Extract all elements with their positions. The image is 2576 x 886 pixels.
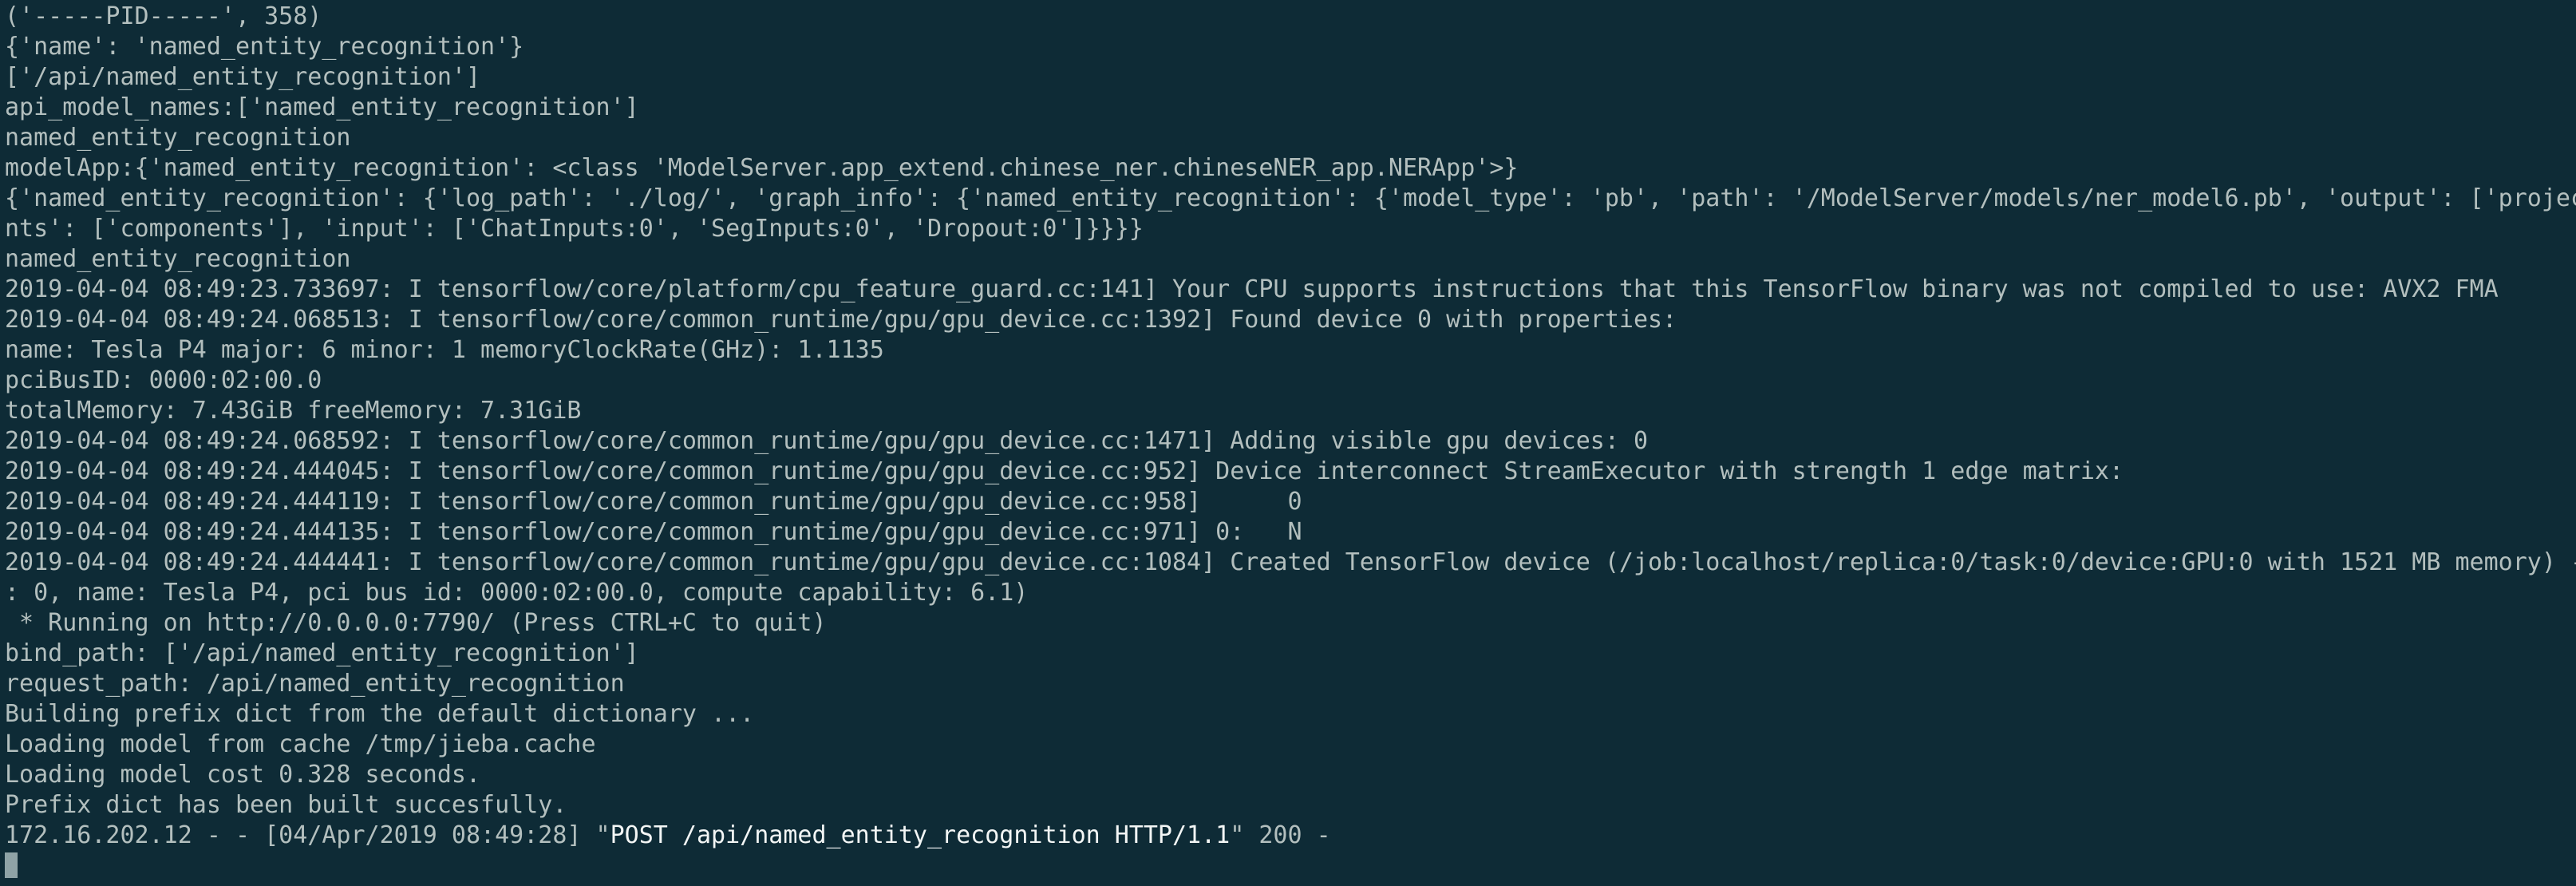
terminal-output: ('-----PID-----', 358) {'name': 'named_en… bbox=[5, 2, 2576, 821]
terminal-line: 2019-04-04 08:49:24.444119: I tensorflow… bbox=[5, 488, 1302, 516]
terminal-line: 2019-04-04 08:49:24.444045: I tensorflow… bbox=[5, 457, 2124, 485]
request-log-line: 172.16.202.12 - - [04/Apr/2019 08:49:28]… bbox=[5, 821, 2576, 851]
terminal-cursor bbox=[5, 852, 18, 878]
terminal-line: 2019-04-04 08:49:24.068513: I tensorflow… bbox=[5, 306, 1677, 334]
terminal-line: {'named_entity_recognition': {'log_path'… bbox=[5, 184, 2576, 212]
terminal-line: named_entity_recognition bbox=[5, 124, 351, 152]
terminal-line: 2019-04-04 08:49:23.733697: I tensorflow… bbox=[5, 275, 2499, 303]
terminal-line: totalMemory: 7.43GiB freeMemory: 7.31GiB bbox=[5, 397, 582, 425]
terminal-line: api_model_names:['named_entity_recogniti… bbox=[5, 93, 639, 121]
terminal-line: Loading model cost 0.328 seconds. bbox=[5, 761, 481, 789]
request-log-request: POST /api/named_entity_recognition HTTP/… bbox=[610, 821, 1231, 849]
terminal-line: : 0, name: Tesla P4, pci bus id: 0000:02… bbox=[5, 579, 1029, 607]
terminal-line: nts': ['components'], 'input': ['ChatInp… bbox=[5, 215, 1144, 243]
terminal-line: modelApp:{'named_entity_recognition': <c… bbox=[5, 154, 1519, 182]
terminal-line: name: Tesla P4 major: 6 minor: 1 memoryC… bbox=[5, 336, 884, 364]
terminal-line: 2019-04-04 08:49:24.068592: I tensorflow… bbox=[5, 427, 1649, 455]
terminal-line: Loading model from cache /tmp/jieba.cach… bbox=[5, 730, 596, 758]
terminal-line: named_entity_recognition bbox=[5, 245, 351, 273]
terminal-line: 2019-04-04 08:49:24.444441: I tensorflow… bbox=[5, 548, 2576, 576]
terminal-line: bind_path: ['/api/named_entity_recogniti… bbox=[5, 639, 639, 667]
terminal-line: Prefix dict has been built succesfully. bbox=[5, 791, 567, 819]
terminal-line: request_path: /api/named_entity_recognit… bbox=[5, 670, 625, 698]
terminal-line: * Running on http://0.0.0.0:7790/ (Press… bbox=[5, 609, 827, 637]
request-log-prefix: 172.16.202.12 - - [04/Apr/2019 08:49:28]… bbox=[5, 821, 610, 849]
prompt-line[interactable] bbox=[5, 851, 2576, 881]
terminal-line: pciBusID: 0000:02:00.0 bbox=[5, 366, 322, 394]
terminal-line: {'name': 'named_entity_recognition'} bbox=[5, 33, 524, 61]
terminal-line: ('-----PID-----', 358) bbox=[5, 2, 322, 30]
terminal-line: Building prefix dict from the default di… bbox=[5, 700, 755, 728]
terminal-line: 2019-04-04 08:49:24.444135: I tensorflow… bbox=[5, 518, 1302, 546]
terminal-window[interactable]: ('-----PID-----', 358) {'name': 'named_en… bbox=[0, 0, 2576, 886]
request-log-suffix: " 200 - bbox=[1230, 821, 1331, 849]
terminal-line: ['/api/named_entity_recognition'] bbox=[5, 63, 481, 91]
